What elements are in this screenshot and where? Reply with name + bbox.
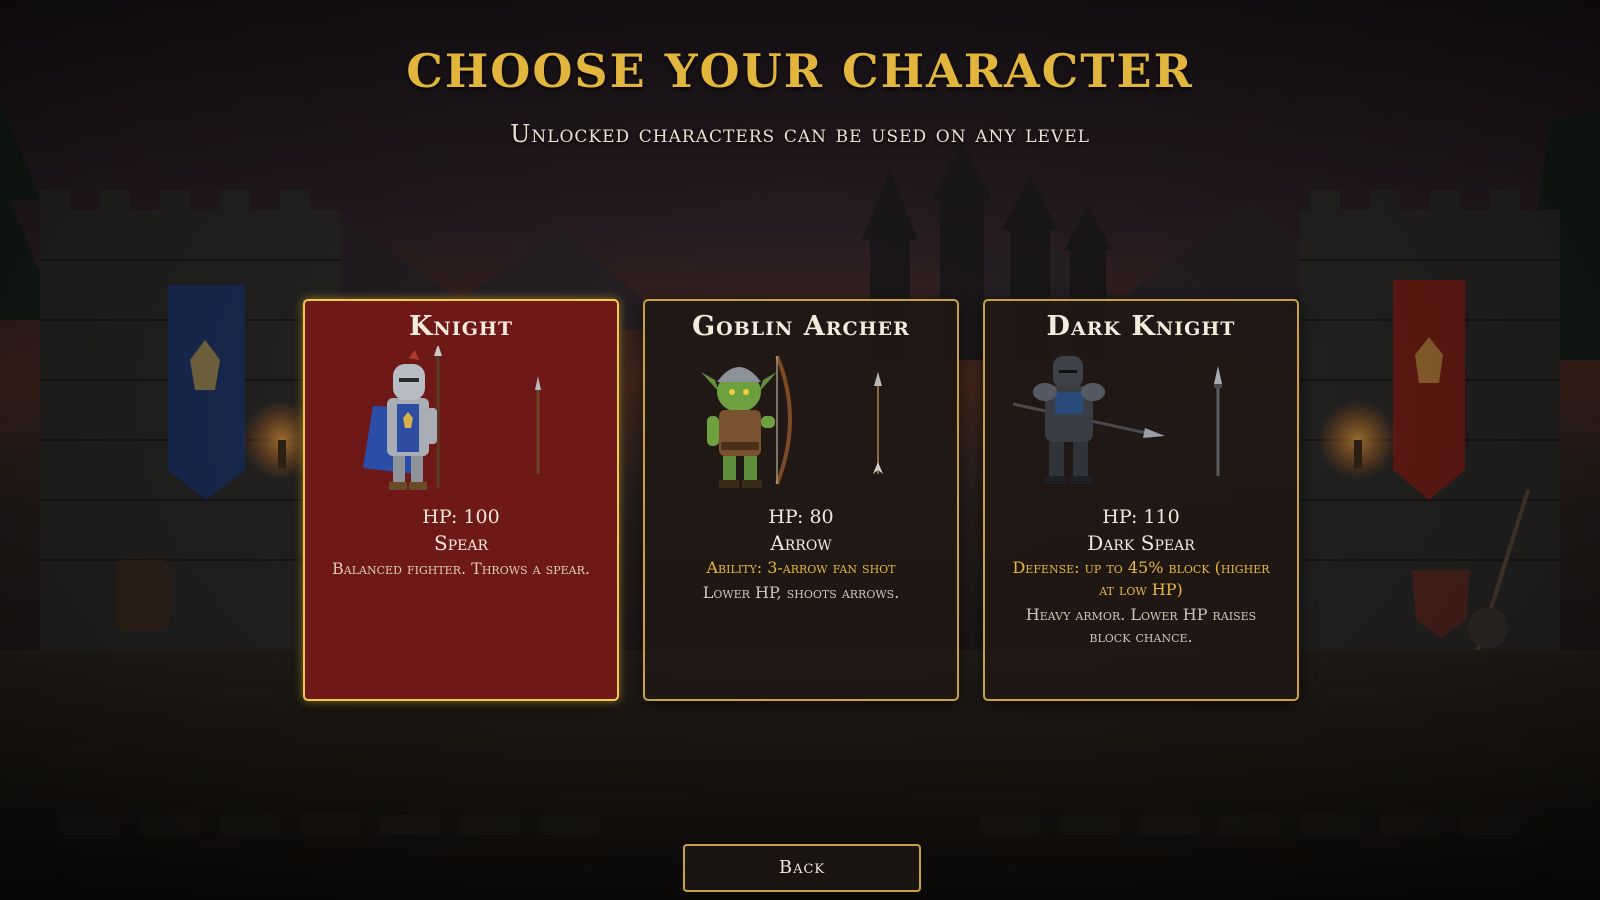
character-name: Goblin Archer: [692, 311, 910, 342]
arrow-icon: [873, 372, 883, 474]
character-card-knight[interactable]: Knight HP: 100 Spear Balanced fighter. T…: [303, 299, 619, 701]
spear-icon: [535, 376, 541, 474]
character-weapon: Arrow: [770, 531, 832, 555]
character-art: [305, 346, 621, 498]
character-hp: HP: 100: [422, 506, 500, 528]
dark-spear-icon: [1214, 366, 1222, 476]
character-ability: Defense: up to 45% block (higher at low …: [1012, 558, 1270, 599]
character-weapon: Spear: [434, 531, 488, 555]
character-card-dark-knight[interactable]: Dark Knight HP: 110 Dark Spear Defense: …: [983, 299, 1299, 701]
character-name: Knight: [408, 311, 514, 342]
character-description: Heavy armor. Lower HP raises block chanc…: [1025, 605, 1257, 646]
character-description: Balanced fighter. Throws a spear.: [332, 559, 590, 578]
character-name: Dark Knight: [1046, 311, 1236, 342]
character-ability: Ability: 3-arrow fan shot: [706, 558, 896, 577]
page-title: Choose your Character: [406, 44, 1194, 98]
character-art: [985, 346, 1301, 498]
character-description: Lower HP, shoots arrows.: [702, 583, 900, 602]
character-weapon: Dark Spear: [1087, 531, 1195, 555]
character-card-goblin-archer[interactable]: Goblin Archer HP: 80 Arrow Ability: 3-ar…: [643, 299, 959, 701]
character-select-screen: Choose your Character Unlocked character…: [0, 0, 1600, 900]
back-button[interactable]: Back: [683, 844, 921, 892]
character-hp: HP: 80: [768, 506, 834, 528]
character-art: [645, 346, 961, 498]
page-subtitle: Unlocked characters can be used on any l…: [510, 120, 1090, 148]
character-hp: HP: 110: [1102, 506, 1180, 528]
